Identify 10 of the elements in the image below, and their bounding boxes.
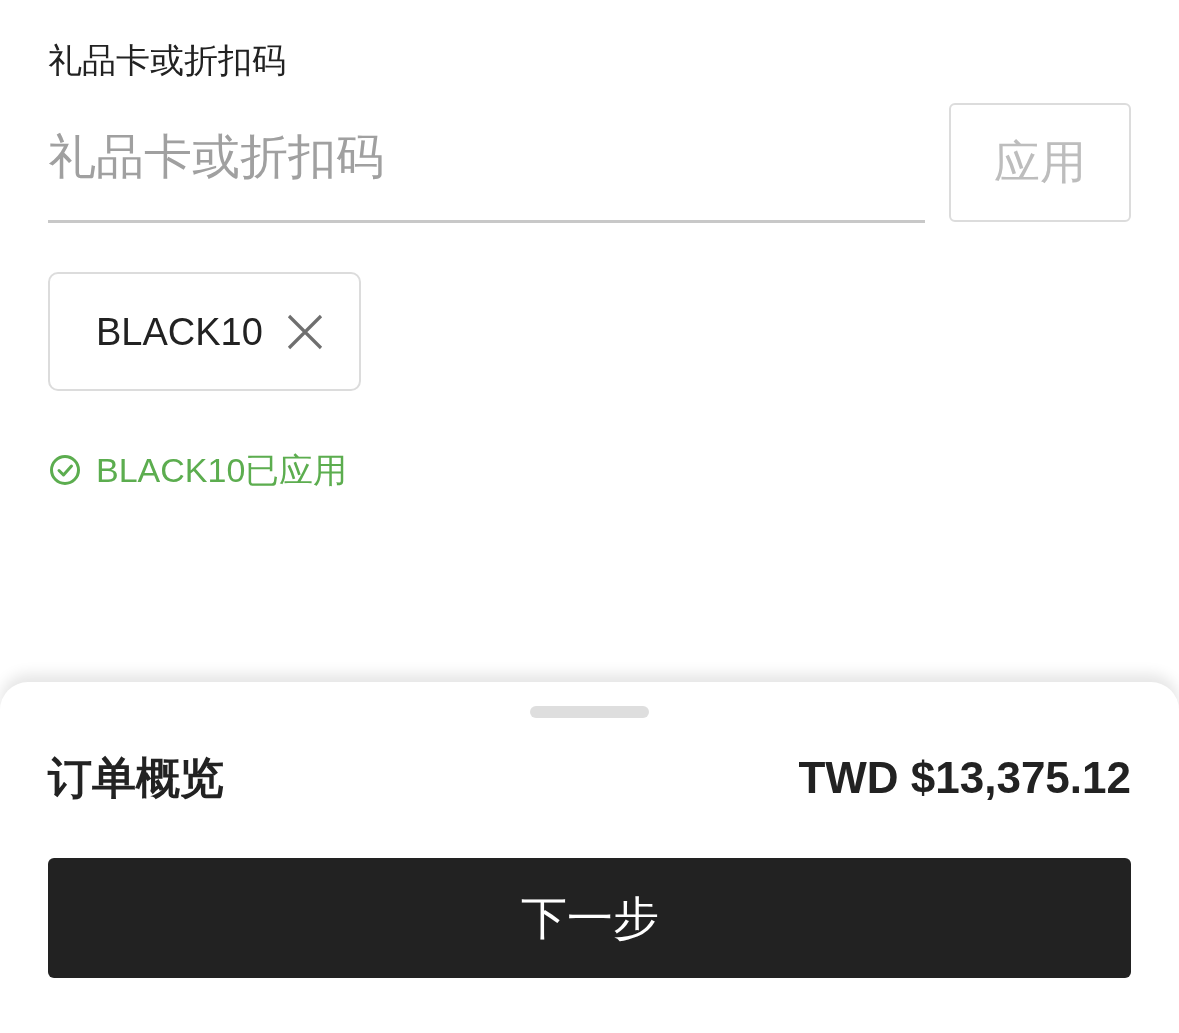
applied-code-text: BLACK10 — [96, 309, 263, 354]
drag-handle[interactable] — [530, 706, 649, 718]
status-message: BLACK10已应用 — [96, 450, 348, 491]
code-input-field[interactable]: 礼品卡或折扣码 — [48, 103, 925, 223]
summary-title: 订单概览 — [48, 752, 224, 804]
order-total: TWD $13,375.12 — [798, 752, 1131, 804]
check-circle-icon — [50, 455, 80, 485]
field-label: 礼品卡或折扣码 — [48, 40, 287, 81]
next-step-button[interactable]: 下一步 — [48, 858, 1131, 978]
close-icon[interactable] — [286, 313, 323, 350]
